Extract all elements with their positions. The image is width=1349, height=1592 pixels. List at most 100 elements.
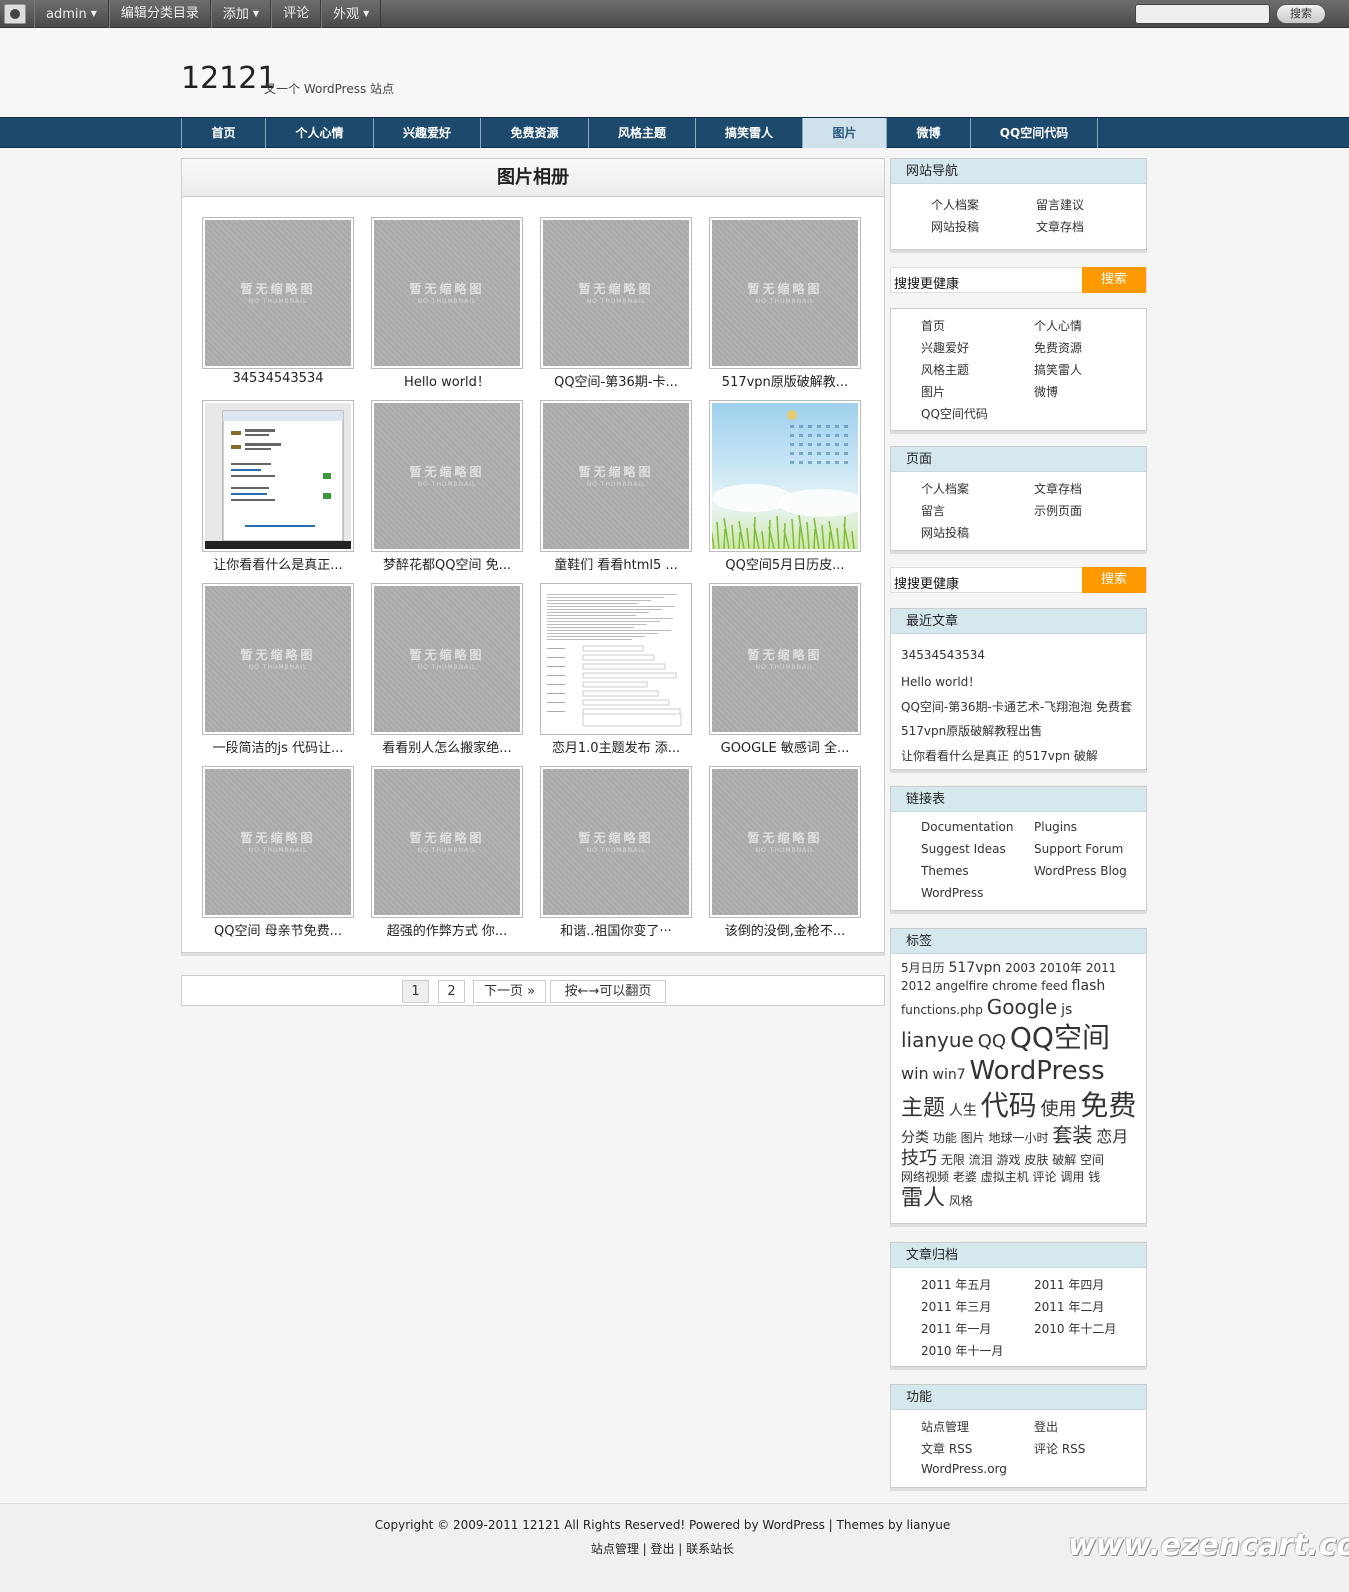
tag-link[interactable]: 使用 xyxy=(1041,1099,1077,1120)
gallery-thumbnail[interactable]: 暂无缩略图 NO THUMBNAIL xyxy=(540,400,692,552)
tag-link[interactable]: 风格 xyxy=(949,1194,973,1208)
tag-link[interactable]: feed xyxy=(1041,979,1068,993)
page-link[interactable]: 网站投稿 xyxy=(921,524,969,541)
meta-link[interactable]: 评论 RSS xyxy=(1034,1440,1085,1457)
tag-link[interactable]: 恋月 xyxy=(1096,1127,1128,1146)
category-link[interactable]: 搞笑雷人 xyxy=(1034,361,1082,378)
tag-link[interactable]: js xyxy=(1061,1002,1072,1018)
recent-post-link[interactable]: 让你看看什么是真正 的517vpn 破解 xyxy=(901,747,1098,764)
tag-link[interactable]: 无限 xyxy=(941,1153,965,1167)
blogroll-link[interactable]: Documentation xyxy=(921,820,1014,834)
meta-link[interactable]: WordPress.org xyxy=(921,1462,1007,1476)
gallery-thumbnail[interactable]: 暂无缩略图 NO THUMBNAIL xyxy=(540,766,692,918)
admin-menu-item[interactable]: 添加 ▼ xyxy=(210,0,272,28)
blogroll-link[interactable]: Suggest Ideas xyxy=(921,842,1006,856)
tag-link[interactable]: 517vpn xyxy=(948,960,1001,976)
tag-link[interactable]: 空间 xyxy=(1080,1153,1104,1167)
gallery-caption[interactable]: 童鞋们 看看html5 ... xyxy=(536,554,696,573)
admin-search-button[interactable]: 搜索 xyxy=(1276,4,1326,24)
gallery-caption[interactable]: 该倒的没倒,金枪不... xyxy=(705,920,865,939)
gallery-caption[interactable]: 恋月1.0主题发布 添... xyxy=(536,737,696,756)
recent-post-link[interactable]: Hello world！ xyxy=(901,673,980,690)
tag-link[interactable]: 分类 xyxy=(901,1130,929,1146)
archive-link[interactable]: 2011 年三月 xyxy=(921,1298,991,1315)
archive-link[interactable]: 2010 年十一月 xyxy=(921,1342,1003,1359)
tag-link[interactable]: 图片 xyxy=(961,1131,985,1145)
gallery-caption[interactable]: 超强的作弊方式 你... xyxy=(367,920,527,939)
blogroll-link[interactable]: Plugins xyxy=(1034,820,1077,834)
gallery-thumbnail[interactable] xyxy=(709,400,861,552)
tag-link[interactable]: 调用 xyxy=(1060,1170,1084,1184)
tag-link[interactable]: lianyue xyxy=(901,1028,974,1052)
tag-link[interactable]: chrome xyxy=(992,979,1037,993)
gallery-thumbnail[interactable]: 暂无缩略图 NO THUMBNAIL xyxy=(371,766,523,918)
site-nav-link[interactable]: 文章存档 xyxy=(1036,218,1084,235)
gallery-thumbnail[interactable]: 暂无缩略图 NO THUMBNAIL xyxy=(202,583,354,735)
search-button[interactable]: 搜索 xyxy=(1082,267,1146,293)
nav-item[interactable]: QQ空间代码 xyxy=(971,118,1098,148)
category-link[interactable]: 首页 xyxy=(921,317,945,334)
tag-link[interactable]: 套装 xyxy=(1052,1123,1092,1147)
page-link[interactable]: 文章存档 xyxy=(1034,480,1082,497)
tag-link[interactable]: 钱 xyxy=(1088,1170,1100,1184)
tag-link[interactable]: 网络视频 xyxy=(901,1170,949,1184)
tag-link[interactable]: 2011 xyxy=(1086,961,1117,975)
gallery-thumbnail[interactable]: 暂无缩略图 NO THUMBNAIL xyxy=(371,400,523,552)
recent-post-link[interactable]: 34534543534 xyxy=(901,648,985,662)
nav-item[interactable]: 个人心情 xyxy=(266,118,374,148)
gallery-caption[interactable]: GOOGLE 敏感词 全... xyxy=(705,737,865,756)
nav-item[interactable]: 搞笑雷人 xyxy=(696,118,803,148)
gallery-caption[interactable]: 和谐..祖国你变了··· xyxy=(536,920,696,939)
category-link[interactable]: 图片 xyxy=(921,383,945,400)
blogroll-link[interactable]: WordPress xyxy=(921,886,983,900)
gallery-thumbnail[interactable]: 暂无缩略图 NO THUMBNAIL xyxy=(709,766,861,918)
gallery-caption[interactable]: 让你看看什么是真正... xyxy=(198,554,358,573)
site-nav-link[interactable]: 个人档案 xyxy=(931,196,979,213)
blogroll-link[interactable]: Support Forum xyxy=(1034,842,1123,856)
nav-item[interactable]: 免费资源 xyxy=(481,118,589,148)
gallery-thumbnail[interactable]: 暂无缩略图 NO THUMBNAIL xyxy=(709,583,861,735)
meta-link[interactable]: 站点管理 xyxy=(921,1418,969,1435)
page-2[interactable]: 2 xyxy=(438,980,465,1003)
archive-link[interactable]: 2011 年一月 xyxy=(921,1320,991,1337)
tag-link[interactable]: win xyxy=(901,1064,929,1083)
category-link[interactable]: QQ空间代码 xyxy=(921,405,988,422)
recent-post-link[interactable]: QQ空间-第36期-卡通艺术-飞翔泡泡 免费套 xyxy=(901,698,1132,715)
nav-item[interactable]: 微博 xyxy=(887,118,971,148)
tag-link[interactable]: flash xyxy=(1072,978,1106,994)
tag-link[interactable]: 功能 xyxy=(933,1131,957,1145)
tag-link[interactable]: WordPress xyxy=(969,1056,1104,1086)
tag-link[interactable]: angelfire xyxy=(935,979,988,993)
search-input[interactable]: 搜搜更健康 xyxy=(894,573,959,592)
gallery-thumbnail[interactable]: 暂无缩略图 NO THUMBNAIL xyxy=(709,217,861,369)
search-button[interactable]: 搜索 xyxy=(1082,567,1146,593)
site-nav-link[interactable]: 网站投稿 xyxy=(931,218,979,235)
next-page-link[interactable]: 下一页 » xyxy=(473,980,546,1003)
blogroll-link[interactable]: WordPress Blog xyxy=(1034,864,1127,878)
nav-item[interactable]: 兴趣爱好 xyxy=(374,118,481,148)
tag-link[interactable]: functions.php xyxy=(901,1003,983,1017)
admin-search-input[interactable] xyxy=(1135,4,1270,24)
gallery-caption[interactable]: 梦醉花都QQ空间 免... xyxy=(367,554,527,573)
tag-link[interactable]: 技巧 xyxy=(901,1148,937,1169)
gallery-thumbnail[interactable] xyxy=(202,400,354,552)
tag-link[interactable]: Google xyxy=(987,995,1058,1019)
admin-menu-item[interactable]: 外观 ▼ xyxy=(321,0,382,28)
page-link[interactable]: 示例页面 xyxy=(1034,502,1082,519)
gallery-thumbnail[interactable]: 暂无缩略图 NO THUMBNAIL xyxy=(371,583,523,735)
archive-link[interactable]: 2011 年二月 xyxy=(1034,1298,1104,1315)
tag-link[interactable]: 破解 xyxy=(1052,1153,1076,1167)
page-link[interactable]: 个人档案 xyxy=(921,480,969,497)
archive-link[interactable]: 2011 年五月 xyxy=(921,1276,991,1293)
category-link[interactable]: 兴趣爱好 xyxy=(921,339,969,356)
category-link[interactable]: 微博 xyxy=(1034,383,1058,400)
meta-link[interactable]: 登出 xyxy=(1034,1418,1058,1435)
tag-link[interactable]: QQ xyxy=(978,1031,1006,1052)
tag-link[interactable]: 5月日历 xyxy=(901,961,945,975)
gallery-caption[interactable]: QQ空间-第36期-卡... xyxy=(536,371,696,390)
tag-link[interactable]: 免费 xyxy=(1080,1089,1136,1122)
page-1[interactable]: 1 xyxy=(402,980,429,1003)
nav-item[interactable]: 首页 xyxy=(182,118,266,148)
tag-link[interactable]: 游戏 xyxy=(997,1153,1021,1167)
tag-link[interactable]: 雷人 xyxy=(901,1186,945,1211)
